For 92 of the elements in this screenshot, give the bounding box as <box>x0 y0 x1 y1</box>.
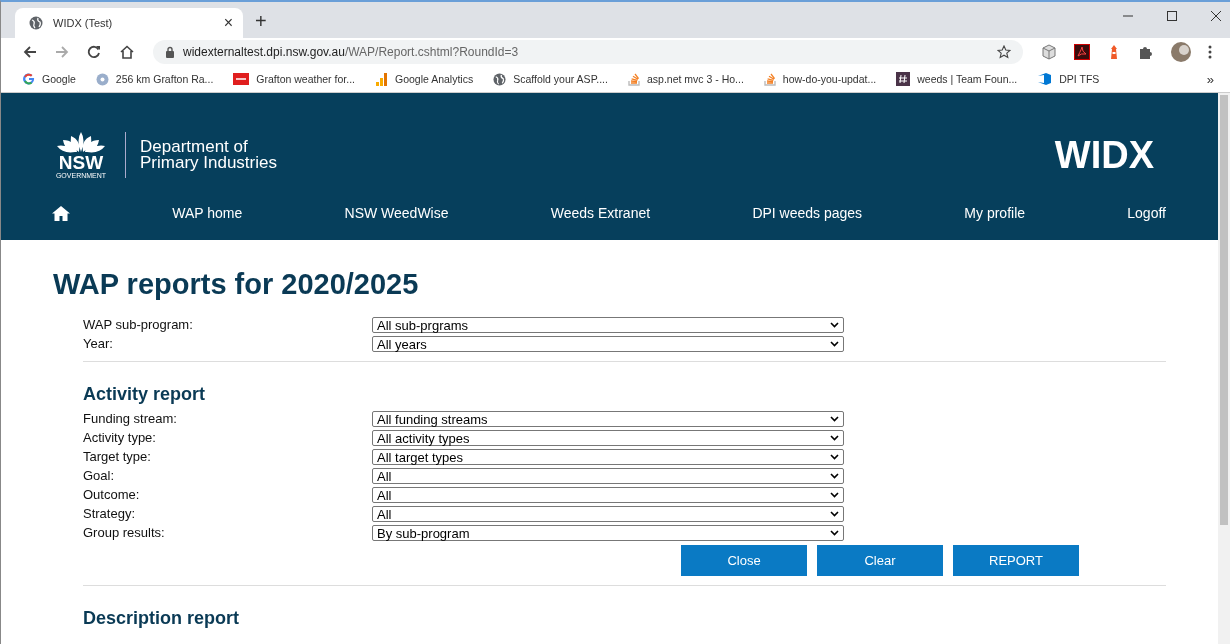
tab-title: WIDX (Test) <box>53 17 114 29</box>
app-name: WIDX <box>1054 133 1154 177</box>
pdf-icon[interactable] <box>1074 44 1090 60</box>
logo-wordmark: NSW <box>58 154 104 172</box>
cube-icon[interactable] <box>1041 44 1057 60</box>
chevron-down-icon <box>830 492 839 498</box>
field-label: Activity type: <box>83 430 157 446</box>
dropdown[interactable]: All <box>372 506 844 522</box>
action-button[interactable]: Close <box>681 545 807 576</box>
address-bar[interactable]: widexternaltest.dpi.nsw.gov.au/WAP/Report.cshtml?RoundId=3 <box>153 40 1023 64</box>
bookmark[interactable]: Google Analytics <box>374 72 474 86</box>
star-icon[interactable] <box>997 45 1011 59</box>
page-title: WAP reports for 2020/2025 <box>53 268 420 301</box>
field-label: Group results: <box>83 525 166 541</box>
nav-link[interactable]: Weeds Extranet <box>550 205 651 221</box>
bookmark-label: DPI TFS <box>1059 73 1100 85</box>
bookmark-label: asp.net mvc 3 - Ho... <box>646 73 744 85</box>
field-label: Year: <box>83 336 114 352</box>
nav-link[interactable]: WAP home <box>172 205 243 221</box>
google-g-icon <box>23 73 35 85</box>
bookmark[interactable]: Google <box>23 73 76 85</box>
stack-icon <box>627 72 640 86</box>
lock-icon <box>165 46 175 58</box>
url-text: widexternaltest.dpi.nsw.gov.au/WAP/Report.cshtml?RoundId=3 <box>183 45 520 59</box>
reload-icon[interactable] <box>87 45 101 59</box>
back-arrow-icon[interactable] <box>23 45 37 59</box>
close-tab-button[interactable]: × <box>223 14 233 32</box>
section-heading: Activity report <box>83 384 207 405</box>
globe-icon <box>29 16 43 30</box>
hash-icon <box>896 72 911 86</box>
dropdown[interactable]: All <box>372 487 844 503</box>
avatar-icon[interactable] <box>1171 42 1191 62</box>
bar-chart-icon <box>374 72 388 86</box>
bookmark-label: Google Analytics <box>394 73 474 85</box>
menu-icon[interactable] <box>1208 45 1212 59</box>
bookmark[interactable]: Scaffold your ASP.... <box>493 72 608 86</box>
globe-icon <box>493 72 507 86</box>
bookmark-label: weeds | Team Foun... <box>917 73 1018 85</box>
maximize-icon[interactable] <box>1166 10 1178 22</box>
action-button[interactable]: REPORT <box>953 545 1079 576</box>
browser-tab[interactable]: WIDX (Test) × <box>15 8 243 38</box>
field-label: WAP sub-program: <box>83 317 194 333</box>
nav-link[interactable]: My profile <box>964 205 1026 221</box>
nav-link[interactable]: NSW WeedWise <box>344 205 449 221</box>
bookmark-label: how-do-you-updat... <box>782 73 877 85</box>
field-label: Outcome: <box>83 487 141 503</box>
department-name: Primary Industries <box>140 155 278 171</box>
bookmark[interactable]: asp.net mvc 3 - Ho... <box>627 72 744 86</box>
chevron-down-icon <box>830 530 839 536</box>
field-label: Funding stream: <box>83 411 178 427</box>
chevron-down-icon <box>830 416 839 422</box>
action-button[interactable]: Clear <box>817 545 943 576</box>
dropdown[interactable]: All funding streams <box>372 411 844 427</box>
field-label: Goal: <box>83 468 116 484</box>
chevron-down-icon <box>830 341 839 347</box>
chevron-down-icon <box>830 511 839 517</box>
dropdown[interactable]: All <box>372 468 844 484</box>
dropdown[interactable]: By sub-program <box>372 525 844 541</box>
puzzle-icon[interactable] <box>1138 44 1154 60</box>
more-bookmarks-button[interactable]: » <box>1206 71 1214 87</box>
dropdown[interactable]: All activity types <box>372 430 844 446</box>
dropdown[interactable]: All years <box>372 336 844 352</box>
nav-link[interactable]: DPI weeds pages <box>752 205 863 221</box>
bookmark[interactable]: weeds | Team Foun... <box>896 72 1018 86</box>
bookmark-label: Google <box>42 73 76 85</box>
bookmark[interactable]: how-do-you-updat... <box>763 72 877 86</box>
department-name: Department of <box>140 139 249 155</box>
chevron-down-icon <box>830 454 839 460</box>
home-icon[interactable] <box>52 205 70 221</box>
bookmark-label: 256 km Grafton Ra... <box>115 73 214 85</box>
close-icon[interactable] <box>1210 10 1222 22</box>
bookmark[interactable]: DPI TFS <box>1037 72 1100 86</box>
bookmark[interactable]: Grafton weather for... <box>233 73 355 85</box>
section-heading: Description report <box>83 608 241 629</box>
chevron-down-icon <box>830 435 839 441</box>
new-tab-button[interactable]: + <box>255 10 267 33</box>
chevron-down-icon <box>830 322 839 328</box>
devops-icon <box>1037 72 1053 86</box>
waratah-icon <box>55 130 107 154</box>
scrollbar[interactable] <box>1218 93 1230 644</box>
chevron-down-icon <box>830 473 839 479</box>
dropdown[interactable]: All target types <box>372 449 844 465</box>
home-icon[interactable] <box>119 45 135 59</box>
field-label: Target type: <box>83 449 152 465</box>
disc-icon <box>95 72 109 86</box>
bookmark[interactable]: 256 km Grafton Ra... <box>95 72 214 86</box>
field-label: Strategy: <box>83 506 137 522</box>
bookmark-label: Scaffold your ASP.... <box>513 73 608 85</box>
bookmark-label: Grafton weather for... <box>256 73 355 85</box>
nav-link[interactable]: Logoff <box>1127 205 1166 221</box>
dropdown[interactable]: All sub-prgrams <box>372 317 844 333</box>
stack-icon <box>763 72 776 86</box>
